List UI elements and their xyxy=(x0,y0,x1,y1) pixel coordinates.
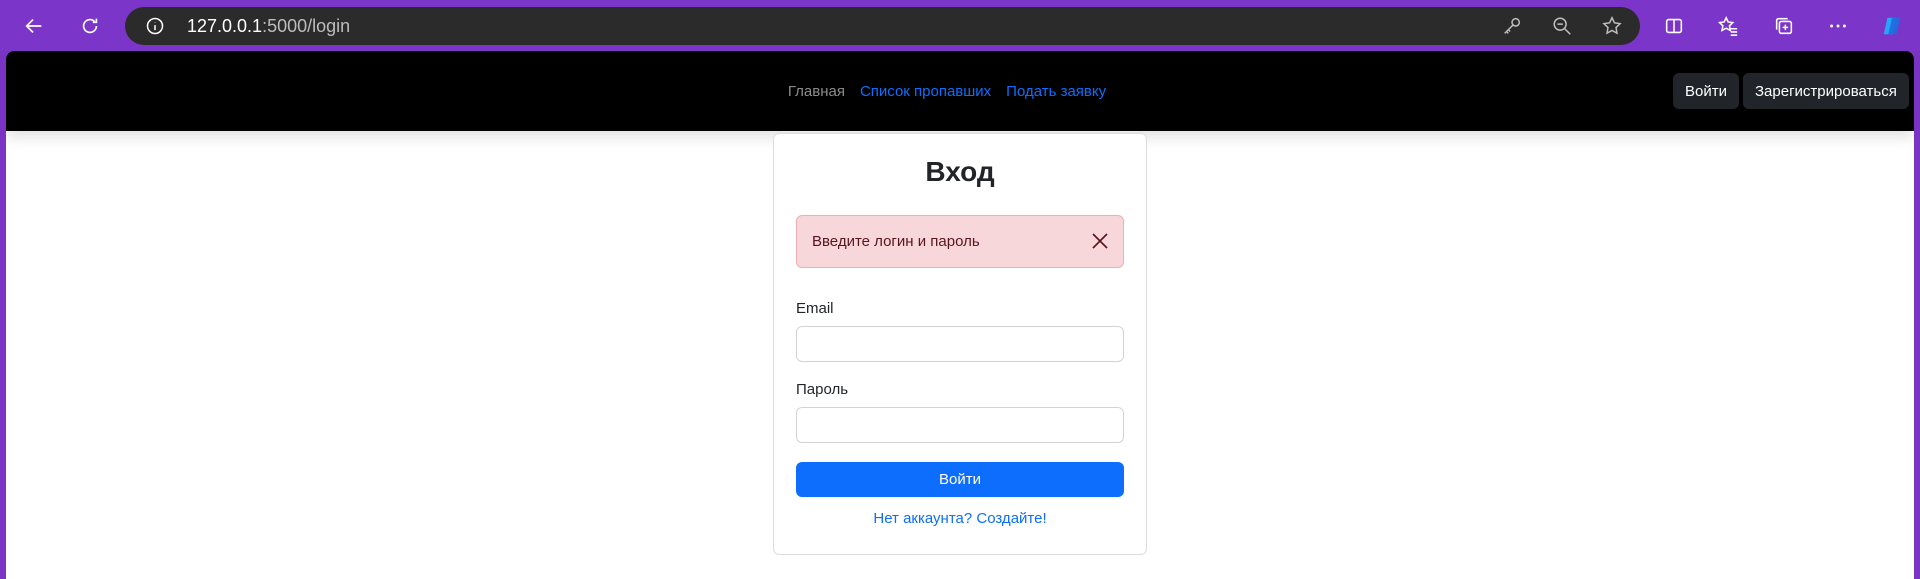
login-card: Вход Введите логин и пароль Email Пароль… xyxy=(773,133,1147,555)
url-text[interactable]: 127.0.0.1:5000/login xyxy=(187,7,350,45)
favorites-icon[interactable] xyxy=(1712,10,1744,42)
more-icon[interactable] xyxy=(1822,10,1854,42)
zoom-out-icon[interactable] xyxy=(1551,15,1573,37)
info-icon[interactable] xyxy=(145,16,165,36)
nav-link-submit-request[interactable]: Подать заявку xyxy=(1006,83,1106,100)
email-field[interactable] xyxy=(796,326,1124,362)
site-navbar: Главная Список пропавших Подать заявку В… xyxy=(6,51,1914,131)
address-bar[interactable]: 127.0.0.1:5000/login xyxy=(125,7,1640,45)
create-account-link[interactable]: Нет аккаунта? Создайте! xyxy=(774,510,1146,527)
split-screen-icon[interactable] xyxy=(1658,10,1690,42)
password-field[interactable] xyxy=(796,407,1124,443)
nav-link-home[interactable]: Главная xyxy=(788,83,845,100)
close-icon[interactable] xyxy=(1091,232,1109,250)
password-label: Пароль xyxy=(796,381,849,398)
error-alert: Введите логин и пароль xyxy=(796,215,1124,268)
key-icon[interactable] xyxy=(1501,15,1523,37)
back-icon[interactable] xyxy=(18,10,50,42)
login-submit-button[interactable]: Войти xyxy=(796,462,1124,497)
alert-message: Введите логин и пароль xyxy=(812,233,980,250)
collections-icon[interactable] xyxy=(1768,10,1800,42)
navbar-register-button[interactable]: Зарегистрироваться xyxy=(1743,73,1909,109)
page-title: Вход xyxy=(925,156,995,187)
favorite-star-icon[interactable] xyxy=(1601,15,1623,37)
copilot-icon[interactable] xyxy=(1876,10,1908,42)
url-path: :5000/login xyxy=(262,16,351,36)
browser-toolbar: 127.0.0.1:5000/login xyxy=(0,0,1920,51)
nav-link-missing-list[interactable]: Список пропавших xyxy=(860,83,991,100)
email-label: Email xyxy=(796,300,834,317)
reload-icon[interactable] xyxy=(74,10,106,42)
nav-links: Главная Список пропавших Подать заявку xyxy=(6,51,1914,131)
page-viewport: Главная Список пропавших Подать заявку В… xyxy=(6,51,1914,579)
navbar-login-button[interactable]: Войти xyxy=(1673,73,1739,109)
url-host: 127.0.0.1 xyxy=(187,16,263,36)
